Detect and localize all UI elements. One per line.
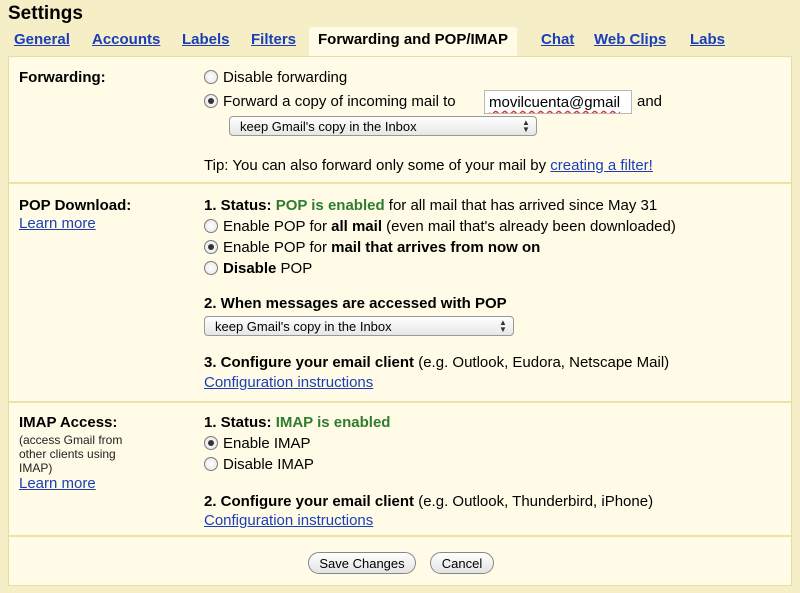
pop-new-mail-option[interactable]: Enable POP for mail that arrives from no… [204,239,540,256]
pop-step3-rest: (e.g. Outlook, Eudora, Netscape Mail) [418,354,670,371]
forward-copy-radio[interactable] [204,94,218,108]
tab-chat[interactable]: Chat [541,31,574,48]
pop-step3-bold: 3. Configure your email client [204,354,415,371]
imap-config-wrap: Configuration instructions [204,512,373,529]
pop-learn-more-wrap: Learn more [19,215,96,232]
pop-opt3-bold: Disable [223,260,277,277]
imap-step2-bold: 2. Configure your email client [204,493,415,510]
creating-filter-link[interactable]: creating a filter! [550,157,653,174]
forwarding-tip: Tip: You can also forward only some of y… [204,157,653,174]
imap-status-value: IMAP is enabled [275,414,391,431]
save-changes-button[interactable]: Save Changes [308,552,416,574]
imap-step2-rest: (e.g. Outlook, Thunderbird, iPhone) [418,493,654,510]
pop-opt3-post: POP [280,260,313,277]
pop-section: POP Download: Learn more 1. Status: POP … [9,184,791,406]
imap-disable-radio[interactable] [204,457,218,471]
pop-status: 1. Status: POP is enabled for all mail t… [204,197,657,214]
imap-enable-option[interactable]: Enable IMAP [204,435,311,452]
pop-opt1-pre: Enable POP for [223,218,327,235]
select-arrows-icon: ▲ ▼ [522,118,530,134]
forward-copy-text: Forward a copy of incoming mail to [223,93,456,110]
settings-tabs: General Accounts Labels Filters Forwardi… [0,27,800,56]
imap-disable-option[interactable]: Disable IMAP [204,456,314,473]
pop-disable-option[interactable]: Disable POP [204,260,312,277]
tab-filters[interactable]: Filters [251,31,296,48]
pop-action-value: keep Gmail's copy in the Inbox [215,319,392,334]
pop-step3: 3. Configure your email client (e.g. Out… [204,354,669,371]
pop-new-mail-radio[interactable] [204,240,218,254]
pop-step2-label: 2. When messages are accessed with POP [204,295,507,312]
imap-section: IMAP Access: (access Gmail from other cl… [9,403,791,533]
forwarding-section: Forwarding: Disable forwarding Forward a… [9,57,791,181]
forwarding-action-value: keep Gmail's copy in the Inbox [240,119,417,134]
pop-learn-more-link[interactable]: Learn more [19,215,96,232]
settings-panel: Forwarding: Disable forwarding Forward a… [8,56,792,586]
pop-config-instructions-link[interactable]: Configuration instructions [204,374,373,391]
tab-forwarding-pop-imap[interactable]: Forwarding and POP/IMAP [309,27,518,56]
page-title: Settings [8,3,83,24]
disable-forwarding-radio[interactable] [204,70,218,84]
imap-sublabel-3: IMAP) [19,461,53,475]
pop-config-wrap: Configuration instructions [204,374,373,391]
pop-all-mail-option[interactable]: Enable POP for all mail (even mail that'… [204,218,676,235]
pop-status-suffix: for all mail that has arrived since May … [388,197,658,214]
tab-labs[interactable]: Labs [690,31,725,48]
imap-status-prefix: 1. Status: [204,414,272,431]
and-text: and [637,93,663,110]
imap-status: 1. Status: IMAP is enabled [204,414,390,431]
tab-web-clips[interactable]: Web Clips [594,31,666,48]
disable-forwarding-option[interactable]: Disable forwarding [204,69,347,86]
pop-opt1-post: (even mail that's already been downloade… [386,218,676,235]
tab-general[interactable]: General [14,31,70,48]
imap-enable-text: Enable IMAP [223,435,311,452]
pop-opt1-bold: all mail [331,218,382,235]
pop-opt2-pre: Enable POP for [223,239,327,256]
forward-email-input[interactable]: movilcuenta@gmail [484,90,632,114]
pop-all-mail-radio[interactable] [204,219,218,233]
pop-action-select[interactable]: keep Gmail's copy in the Inbox ▲ ▼ [204,316,514,336]
section-divider [9,535,791,537]
forwarding-label: Forwarding: [19,69,106,86]
pop-download-label: POP Download: [19,197,132,214]
cancel-button[interactable]: Cancel [430,552,494,574]
imap-learn-more-link[interactable]: Learn more [19,475,96,492]
pop-disable-radio[interactable] [204,261,218,275]
pop-status-prefix: 1. Status: [204,197,272,214]
imap-learn-more-wrap: Learn more [19,475,96,492]
tip-text: Tip: You can also forward only some of y… [204,157,547,174]
forward-copy-option[interactable]: Forward a copy of incoming mail to [204,93,456,110]
pop-opt2-bold: mail that arrives from now on [331,239,541,256]
tab-accounts[interactable]: Accounts [92,31,160,48]
imap-sublabel-1: (access Gmail from [19,433,123,447]
imap-access-label: IMAP Access: [19,414,118,431]
imap-disable-text: Disable IMAP [223,456,314,473]
imap-enable-radio[interactable] [204,436,218,450]
imap-config-instructions-link[interactable]: Configuration instructions [204,512,373,529]
tab-labels[interactable]: Labels [182,31,230,48]
disable-forwarding-text: Disable forwarding [223,69,348,86]
imap-step2: 2. Configure your email client (e.g. Out… [204,493,653,510]
forward-email-value: movilcuenta@gmail [489,94,621,111]
select-arrows-icon: ▲ ▼ [499,318,507,334]
pop-status-value: POP is enabled [275,197,385,214]
settings-header: Settings General Accounts Labels Filters… [0,0,800,56]
forwarding-action-select[interactable]: keep Gmail's copy in the Inbox ▲ ▼ [229,116,537,136]
imap-sublabel-2: other clients using [19,447,116,461]
